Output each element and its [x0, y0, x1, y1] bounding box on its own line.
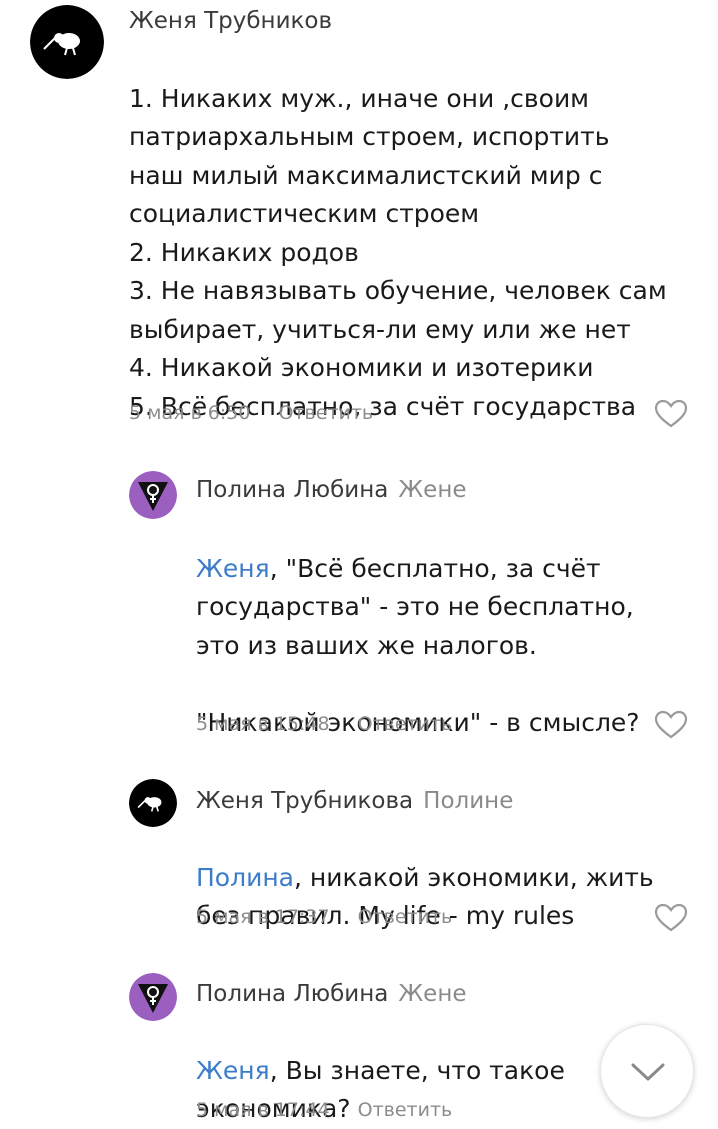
comment-author[interactable]: Полина Любина — [196, 477, 388, 503]
comment-author-line: Женя Трубников — [129, 6, 332, 36]
avatar[interactable] — [129, 779, 177, 827]
feminist-symbol-icon — [129, 973, 177, 1021]
comment-author[interactable]: Женя Трубников — [129, 8, 332, 34]
reply-button[interactable]: Ответить — [358, 713, 453, 735]
kiwi-icon — [30, 5, 104, 79]
avatar[interactable] — [129, 973, 177, 1021]
reply-to-label[interactable]: Полине — [423, 788, 513, 814]
avatar[interactable] — [129, 471, 177, 519]
heart-icon[interactable] — [654, 903, 688, 933]
reply-to-label[interactable]: Жене — [398, 477, 466, 503]
reply-button[interactable]: Ответить — [358, 1099, 453, 1121]
reply-button[interactable]: Ответить — [279, 402, 374, 424]
heart-icon[interactable] — [654, 710, 688, 740]
comment-meta: 5 мая в 15:48 Ответить — [196, 711, 452, 737]
comment-author-line: Женя Трубникова Полине — [196, 786, 513, 816]
comment-date: 5 мая в 15:48 — [196, 713, 330, 735]
comment-date: 5 мая в 17:44 — [196, 1099, 330, 1121]
comment-author[interactable]: Женя Трубникова — [196, 788, 413, 814]
feminist-symbol-icon — [129, 471, 177, 519]
chevron-down-icon — [631, 1063, 665, 1081]
reply-to-label[interactable]: Жене — [398, 981, 466, 1007]
comment-date: 5 мая в 6:50 — [129, 402, 251, 424]
comment-body: 1. Никаких муж., иначе они ,своим патриа… — [129, 83, 667, 421]
comment-author-line: Полина Любина Жене — [196, 979, 467, 1009]
comment-meta: 5 мая в 6:50 Ответить — [129, 400, 373, 426]
reply-button[interactable]: Ответить — [358, 906, 453, 928]
mention-link[interactable]: Женя — [196, 554, 270, 583]
kiwi-icon — [129, 779, 177, 827]
heart-icon[interactable] — [654, 399, 688, 429]
comment-text: 1. Никаких муж., иначе они ,своим патриа… — [129, 41, 709, 426]
mention-link[interactable]: Полина — [196, 863, 294, 892]
scroll-down-button[interactable] — [600, 1024, 694, 1118]
comment-author-line: Полина Любина Жене — [196, 475, 467, 505]
comment-text: Женя, "Всё бесплатно, за счёт государств… — [196, 511, 706, 742]
avatar[interactable] — [30, 5, 104, 79]
mention-link[interactable]: Женя — [196, 1056, 270, 1085]
comment-meta: 5 мая в 17:44 Ответить — [196, 1097, 452, 1123]
comment-author[interactable]: Полина Любина — [196, 981, 388, 1007]
comment-date: 5 мая в 17:37 — [196, 906, 330, 928]
comment-meta: 5 мая в 17:37 Ответить — [196, 904, 452, 930]
